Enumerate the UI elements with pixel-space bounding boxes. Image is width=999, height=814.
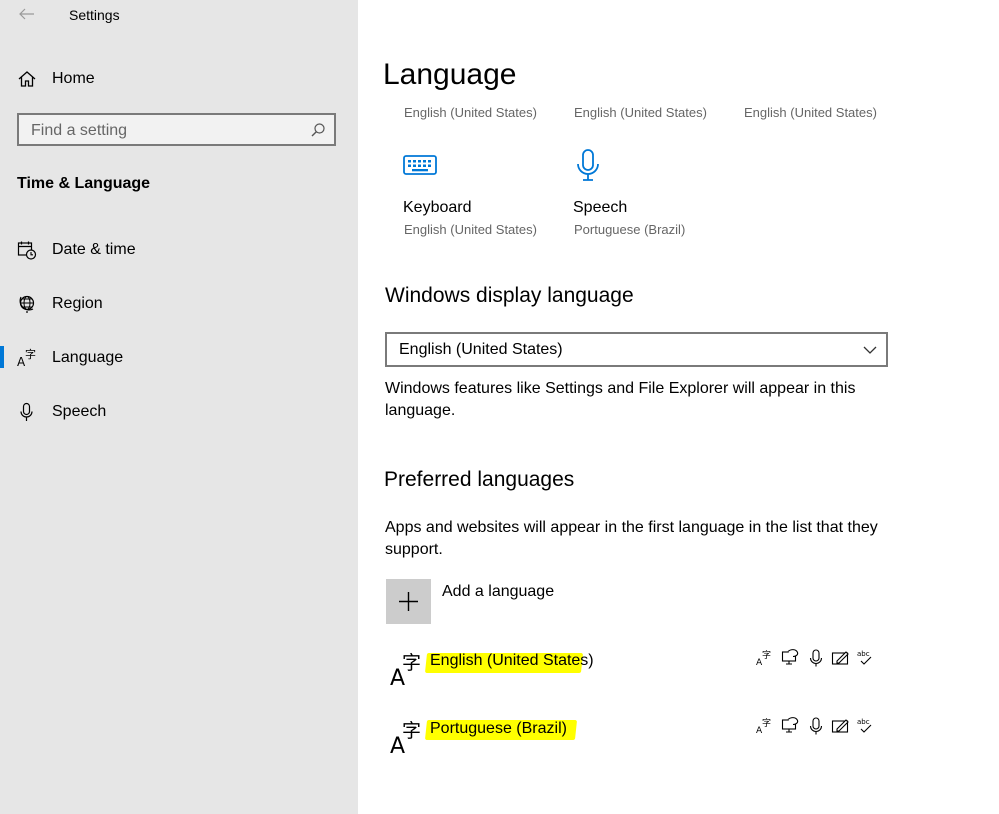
add-language-button[interactable] [386,579,431,624]
tile-subtitle: Portuguese (Brazil) [574,222,686,237]
section-title: Time & Language [17,175,151,192]
language-icon: A字 [17,347,37,369]
svg-text:abc: abc [857,650,870,658]
spellcheck-icon: abc [856,716,876,736]
calendar-clock-icon [17,240,37,260]
speech-recognition-icon [806,716,826,736]
display-language-dropdown[interactable]: English (United States) [385,332,888,367]
text-to-speech-icon [781,716,801,736]
plus-icon [399,592,418,611]
add-language-label[interactable]: Add a language [442,583,554,601]
speech-recognition-icon [806,648,826,668]
page-title: Language [383,58,517,91]
sidebar-item-label: Speech [52,403,107,420]
display-language-icon: A字 [756,716,776,736]
svg-text:字: 字 [402,720,421,742]
sidebar-item-home[interactable]: Home [0,57,358,101]
svg-text:abc: abc [857,718,870,726]
microphone-icon [572,147,608,183]
language-list-item[interactable]: A字 Portuguese (Brazil) A字 abc [386,715,886,765]
tile-label: Speech [573,199,628,216]
handwriting-icon [831,648,851,668]
chevron-down-icon [862,343,878,357]
svg-text:字: 字 [762,649,771,661]
language-icon: A字 [390,647,430,691]
sidebar: Settings Home Find a setting Time & Lang… [0,0,358,814]
search-input[interactable]: Find a setting [17,113,336,146]
language-list-item[interactable]: A字 English (United States) A字 abc [386,647,886,697]
keyboard-icon [402,147,438,183]
sidebar-item-label: Date & time [52,241,136,258]
home-icon [17,69,37,89]
language-name: English (United States) [430,652,594,669]
speech-tile[interactable]: Speech Portuguese (Brazil) [572,145,722,240]
spellcheck-icon: abc [856,648,876,668]
search-icon[interactable] [310,122,326,138]
sidebar-item-label: Home [52,70,95,87]
language-name: Portuguese (Brazil) [430,720,567,737]
tile-subtitle: English (United States) [404,105,537,120]
display-language-heading: Windows display language [385,284,634,307]
microphone-icon [17,402,37,422]
dropdown-value: English (United States) [399,341,563,358]
app-title: Settings [69,7,120,23]
sidebar-item-label: Region [52,295,103,312]
back-arrow-icon[interactable] [17,4,37,24]
preferred-languages-description: Apps and websites will appear in the fir… [385,519,878,558]
text-to-speech-icon [781,648,801,668]
globe-icon [17,294,37,314]
language-name-wrap: Portuguese (Brazil) [424,720,578,740]
handwriting-icon [831,716,851,736]
svg-text:字: 字 [402,652,421,674]
sidebar-item-label: Language [52,349,124,366]
search-placeholder: Find a setting [31,122,128,139]
sidebar-item-date-time[interactable]: Date & time [0,228,358,272]
tile-subtitle: English (United States) [574,105,707,120]
sidebar-item-speech[interactable]: Speech [0,390,358,434]
tile-subtitle: English (United States) [744,105,877,120]
language-name-wrap: English (United States) [424,652,594,673]
tile-label: Keyboard [403,199,472,216]
preferred-languages-heading: Preferred languages [384,468,575,491]
main-content: Language English (United States) English… [358,0,999,814]
svg-text:字: 字 [25,348,36,361]
svg-text:字: 字 [762,717,771,729]
keyboard-tile[interactable]: Keyboard English (United States) [402,145,552,240]
language-icon: A字 [390,715,430,759]
sidebar-item-language[interactable]: A字 Language [0,336,358,380]
display-language-icon: A字 [756,648,776,668]
tile-subtitle: English (United States) [404,222,537,237]
display-language-description: Windows features like Settings and File … [385,380,856,419]
sidebar-item-region[interactable]: Region [0,282,358,326]
